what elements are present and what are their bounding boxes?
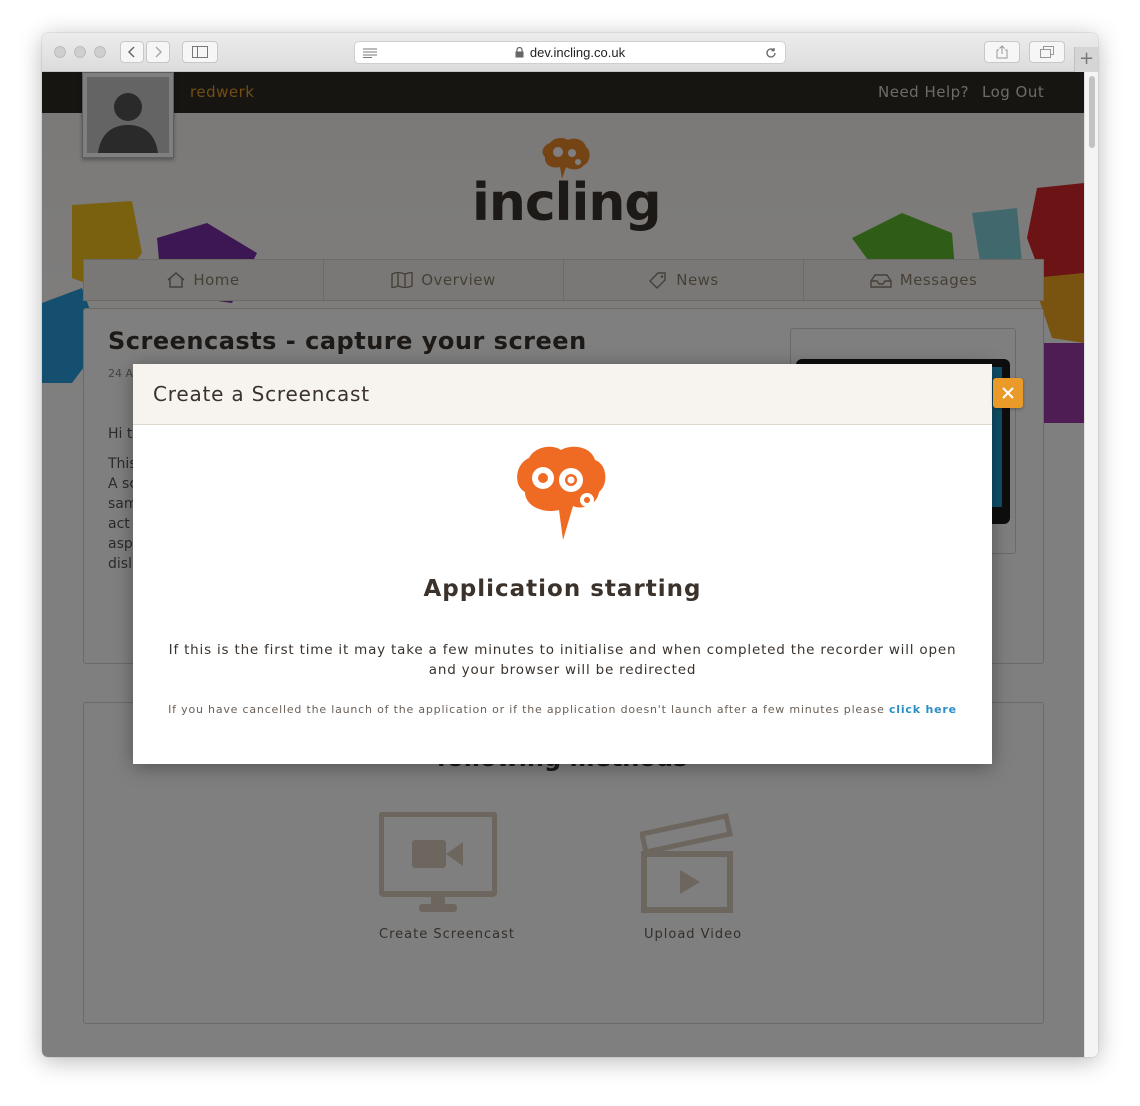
modal-heading: Application starting — [423, 576, 702, 602]
close-icon — [1002, 387, 1014, 399]
sidebar-icon — [192, 46, 208, 58]
browser-toolbar: dev.incling.co.uk + — [42, 33, 1098, 72]
tabs-overview-button[interactable] — [1029, 41, 1065, 63]
address-bar[interactable]: dev.incling.co.uk — [354, 41, 786, 64]
modal-note: If you have cancelled the launch of the … — [133, 703, 992, 716]
new-tab-button[interactable]: + — [1074, 47, 1098, 72]
close-window-button[interactable] — [54, 46, 66, 58]
scrollbar-thumb[interactable] — [1089, 76, 1095, 148]
page-viewport: incling TM redwerk Need Help? Log Out Ho… — [42, 72, 1084, 1057]
modal-close-button[interactable] — [993, 378, 1023, 408]
modal-description: If this is the first time it may take a … — [168, 642, 957, 678]
back-button[interactable] — [120, 41, 144, 63]
lock-icon — [515, 47, 524, 58]
forward-button[interactable] — [146, 41, 170, 63]
reader-icon[interactable] — [363, 48, 377, 58]
share-button[interactable] — [984, 41, 1020, 63]
create-screencast-modal: Create a Screencast Application starting… — [133, 364, 992, 764]
modal-header: Create a Screencast — [133, 364, 992, 425]
click-here-link[interactable]: click here — [889, 703, 957, 716]
share-icon — [996, 45, 1008, 59]
zoom-window-button[interactable] — [94, 46, 106, 58]
tabs-icon — [1040, 46, 1054, 58]
modal-title: Create a Screencast — [153, 382, 370, 406]
url-text: dev.incling.co.uk — [529, 45, 626, 60]
reload-icon[interactable] — [765, 47, 777, 59]
page-scrollbar[interactable] — [1084, 72, 1098, 1057]
modal-note-text: If you have cancelled the launch of the … — [168, 703, 885, 716]
chevron-left-icon — [128, 46, 135, 58]
minimize-window-button[interactable] — [74, 46, 86, 58]
chevron-right-icon — [155, 46, 162, 58]
brain-gears-icon — [517, 446, 606, 540]
browser-window: dev.incling.co.uk + Create a Screencast … — [42, 33, 1098, 1057]
sidebar-toggle-button[interactable] — [182, 41, 218, 63]
